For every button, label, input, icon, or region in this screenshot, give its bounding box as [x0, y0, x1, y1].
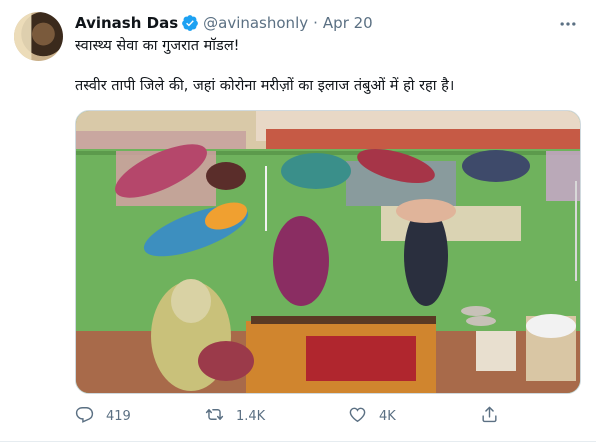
- photo-illustration: [76, 111, 580, 393]
- share-icon: [480, 405, 499, 428]
- author-handle[interactable]: @avinashonly: [203, 14, 308, 32]
- retweet-button[interactable]: 1.4K: [205, 404, 265, 428]
- verified-badge-icon: [181, 14, 199, 32]
- reply-icon: [75, 405, 94, 428]
- tweet-text: स्वास्थ्य सेवा का गुजरात मॉडल! तस्वीर ता…: [75, 36, 580, 96]
- timestamp[interactable]: Apr 20: [323, 14, 373, 32]
- separator-dot: ·: [313, 14, 318, 32]
- tweet-photo[interactable]: [75, 110, 581, 394]
- reply-button[interactable]: 419: [75, 404, 131, 428]
- retweet-count: 1.4K: [236, 408, 266, 424]
- author-name[interactable]: Avinash Das: [75, 14, 178, 32]
- more-options-icon[interactable]: [558, 14, 578, 34]
- retweet-icon: [205, 405, 224, 428]
- avatar[interactable]: [14, 12, 63, 61]
- reply-count: 419: [106, 408, 131, 424]
- tweet-text-line-1: स्वास्थ्य सेवा का गुजरात मॉडल!: [75, 38, 240, 54]
- tweet-header: Avinash Das @avinashonly · Apr 20: [75, 13, 373, 33]
- like-icon: [348, 405, 367, 428]
- like-button[interactable]: 4K: [348, 404, 396, 428]
- tweet-card[interactable]: Avinash Das @avinashonly · Apr 20 स्वास्…: [0, 0, 596, 442]
- like-count: 4K: [379, 408, 396, 424]
- tweet-text-line-2: तस्वीर तापी जिले की, जहां कोरोना मरीज़ों…: [75, 78, 455, 94]
- tweet-actions: 419 1.4K 4K: [75, 404, 505, 428]
- share-button[interactable]: [480, 404, 499, 428]
